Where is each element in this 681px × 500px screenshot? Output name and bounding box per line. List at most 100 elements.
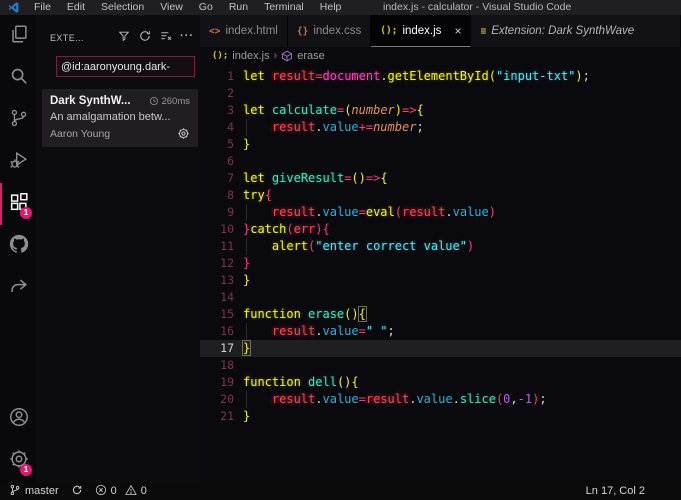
code-token: } xyxy=(243,256,251,270)
line-number: 18 xyxy=(220,358,234,372)
activity-run-debug[interactable] xyxy=(0,141,36,183)
tab-index-html[interactable]: <> index.html xyxy=(200,15,288,47)
filter-icon[interactable] xyxy=(117,29,131,43)
code-line-5[interactable]: 5} xyxy=(200,136,681,153)
html-file-icon: <> xyxy=(209,25,221,37)
code-line-16[interactable]: 16 result.value=" "; xyxy=(200,323,681,340)
code-token: let xyxy=(243,69,265,83)
tab-index-js[interactable]: (); index.js × xyxy=(371,15,472,47)
activity-github[interactable] xyxy=(0,225,36,267)
menu-go[interactable]: Go xyxy=(191,0,221,15)
menu-edit[interactable]: Edit xyxy=(59,0,93,15)
code-line-7[interactable]: 7 let giveResult=()=>{ xyxy=(200,170,681,187)
extensions-search-input[interactable] xyxy=(56,56,195,77)
code-line-10[interactable]: 10}catch(err){ xyxy=(200,221,681,238)
breadcrumb-file[interactable]: index.js xyxy=(232,50,269,62)
indent-guide xyxy=(246,391,247,408)
tab-label: index.css xyxy=(313,25,362,37)
more-actions-icon[interactable]: ··· xyxy=(180,31,194,42)
indent-guide xyxy=(246,238,247,255)
title-bar: File Edit Selection View Go Run Terminal Help i… xyxy=(0,0,681,15)
menu-file[interactable]: File xyxy=(26,0,59,15)
code-line-2[interactable]: 2 xyxy=(200,85,681,102)
code-line-14[interactable]: 14 xyxy=(200,289,681,306)
activity-settings[interactable]: 1 xyxy=(0,440,36,482)
menu-selection[interactable]: Selection xyxy=(93,0,152,15)
code-token: . xyxy=(452,392,460,406)
code-line-11[interactable]: 11 alert("enter correct value") xyxy=(200,238,681,255)
menu-terminal[interactable]: Terminal xyxy=(256,0,312,15)
status-problems[interactable]: 00 xyxy=(95,484,147,499)
code-token: } xyxy=(243,137,251,151)
code-token: } xyxy=(243,409,251,423)
status-branch[interactable]: master xyxy=(9,484,59,499)
breadcrumb-symbol[interactable]: erase xyxy=(297,50,325,62)
extension-gear-icon[interactable] xyxy=(177,127,190,140)
code-line-3[interactable]: 3 let calculate=(number)=>{ xyxy=(200,102,681,119)
line-number: 17 xyxy=(220,341,234,355)
menu-view[interactable]: View xyxy=(152,0,191,15)
activity-account[interactable] xyxy=(0,398,36,440)
extension-description: An amalgamation betw... xyxy=(50,111,171,123)
code-line-18[interactable]: 18 xyxy=(200,357,681,374)
activity-remote-explorer[interactable] xyxy=(0,267,36,309)
line-content: }catch(err){ xyxy=(243,221,330,238)
code-token: result xyxy=(271,69,316,83)
status-sync[interactable] xyxy=(71,484,83,499)
line-content: result.value=result.value.slice(0,-1); xyxy=(243,391,547,408)
code-token: += xyxy=(358,120,374,134)
cursor-position[interactable]: Ln 17, Col 2 xyxy=(586,485,645,497)
line-content: } xyxy=(241,340,252,357)
code-line-13[interactable]: 13} xyxy=(200,272,681,289)
code-line-12[interactable]: 12} xyxy=(200,255,681,272)
activity-explorer[interactable] xyxy=(0,15,36,57)
activity-search[interactable] xyxy=(0,57,36,99)
code-line-20[interactable]: 20 result.value=result.value.slice(0,-1)… xyxy=(200,391,681,408)
search-icon xyxy=(8,65,30,92)
close-icon[interactable]: × xyxy=(454,25,461,37)
code-token: value xyxy=(452,205,489,219)
extension-author: Aaron Young xyxy=(50,127,111,140)
code-line-19[interactable]: 19 function dell(){ xyxy=(200,374,681,391)
tab-extension-dark-synthwave[interactable]: ≡ Extension: Dark SynthWave xyxy=(471,15,681,47)
badge: 1 xyxy=(20,207,32,219)
js-file-icon: (); xyxy=(380,25,398,36)
breadcrumb-separator: › xyxy=(273,49,278,62)
code-line-15[interactable]: 15 function erase(){ xyxy=(200,306,681,323)
tab-index-css[interactable]: {} index.css xyxy=(287,15,372,47)
code-line-8[interactable]: 8 try{ xyxy=(200,187,681,204)
refresh-icon[interactable] xyxy=(138,29,152,43)
line-number: 1 xyxy=(227,69,234,83)
editor-group: <> index.html{} index.css (); index.js × ≡ Exte… xyxy=(200,15,681,482)
code-line-1[interactable]: 1 let result=document.getElementById("inp… xyxy=(200,68,681,85)
extension-author-row: Aaron Young xyxy=(50,127,190,140)
code-line-4[interactable]: 4 result.value+=number; xyxy=(200,119,681,136)
menu-help[interactable]: Help xyxy=(312,0,350,15)
code-token: getElementById xyxy=(387,69,489,83)
clear-all-icon[interactable] xyxy=(159,29,173,43)
line-content: let result=document.getElementById("inpu… xyxy=(243,68,590,85)
extension-list-item[interactable]: Dark SynthW... 260ms An amalgamation bet… xyxy=(42,89,198,147)
activity-extensions[interactable]: 1 xyxy=(0,183,36,225)
code-token: function xyxy=(243,307,301,321)
line-number: 9 xyxy=(227,205,234,219)
activity-source-control[interactable] xyxy=(0,99,36,141)
line-number: 14 xyxy=(220,290,234,304)
menu-run[interactable]: Run xyxy=(221,0,256,15)
code-token: "input-txt" xyxy=(495,69,576,83)
code-line-9[interactable]: 9 result.value=eval(result.value) xyxy=(200,204,681,221)
code-token: value xyxy=(322,392,359,406)
code-token: ) xyxy=(575,69,583,83)
code-line-21[interactable]: 21} xyxy=(200,408,681,425)
code-line-17[interactable]: 17} xyxy=(200,340,681,357)
sidebar-header: EXTE... ··· xyxy=(36,15,200,48)
code-line-6[interactable]: 6 xyxy=(200,153,681,170)
code-token: , xyxy=(510,392,518,406)
indent-guide xyxy=(246,119,247,136)
line-number: 15 xyxy=(220,307,234,321)
code-editor[interactable]: 1 let result=document.getElementById("inp… xyxy=(200,64,681,482)
code-token: result xyxy=(271,120,316,134)
code-token: alert xyxy=(271,239,309,253)
extension-name: Dark SynthW... xyxy=(50,95,131,107)
